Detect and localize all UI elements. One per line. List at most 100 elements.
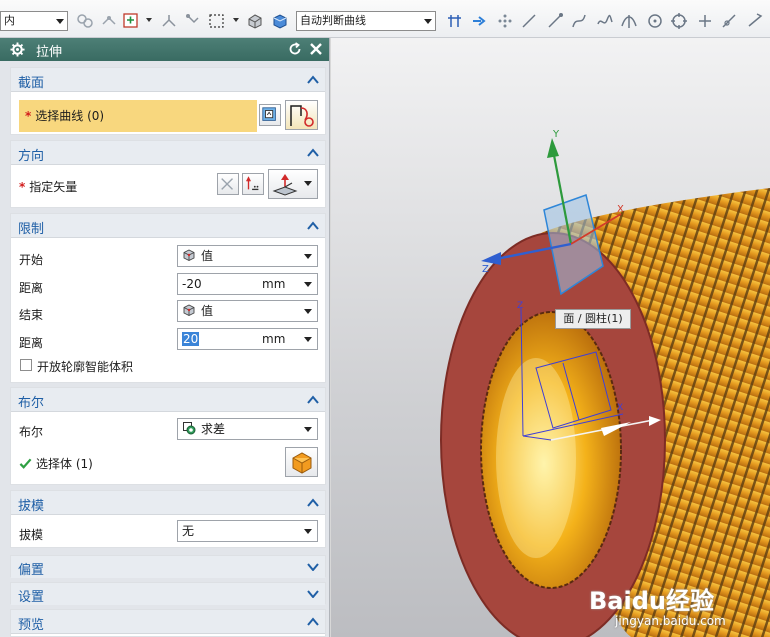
chevron-down-icon[interactable] — [307, 562, 319, 571]
close-icon[interactable] — [308, 41, 324, 57]
end-distance-value: 20 — [182, 332, 200, 346]
dialog-title-bar: 拉伸 — [0, 38, 329, 61]
draft-label: 拔模 — [19, 528, 44, 542]
gear-icon — [10, 42, 25, 57]
limits-header[interactable]: 限制 — [11, 214, 325, 238]
open-profile-checkbox[interactable] — [20, 359, 32, 371]
scope-icon[interactable] — [100, 12, 118, 30]
curve-button[interactable] — [285, 100, 318, 130]
end-type-select[interactable]: 值 — [177, 300, 318, 322]
start-distance-label: 距离 — [19, 281, 44, 295]
chevron-down-icon — [304, 254, 312, 259]
view-cube-icon[interactable] — [271, 12, 289, 30]
vector-type-dropdown[interactable] — [268, 169, 318, 199]
watermark-site: jingyan.baidu.com — [615, 614, 726, 628]
chevron-down-icon[interactable] — [146, 18, 152, 22]
chevron-down-icon[interactable] — [307, 589, 319, 598]
reset-icon[interactable] — [288, 42, 302, 56]
arc-center-icon[interactable] — [646, 12, 664, 30]
chevron-down-icon — [304, 282, 312, 287]
offset-title: 偏置 — [18, 563, 45, 578]
associative-icon[interactable] — [184, 12, 202, 30]
chevron-up-icon[interactable] — [307, 221, 319, 230]
mid-point-icon[interactable] — [570, 12, 588, 30]
watermark-logo: Baidu经验 — [589, 587, 714, 615]
follow-fillet-icon[interactable] — [470, 12, 488, 30]
chevron-up-icon[interactable] — [307, 498, 319, 507]
curve-rule-select[interactable]: 自动判断曲线 — [296, 11, 436, 31]
line-icon[interactable] — [520, 12, 538, 30]
draft-header[interactable]: 拔模 — [11, 491, 325, 515]
specify-vector-label: 指定矢量 — [29, 180, 78, 194]
graphics-viewport[interactable]: Y X Z Z X 面 / 圆柱(1) Baidu经验 jingyan.baid… — [331, 38, 770, 637]
chevron-down-icon — [304, 529, 312, 534]
existing-point-icon[interactable] — [696, 12, 714, 30]
solid-body-icon[interactable] — [246, 12, 264, 30]
point-construct-icon[interactable] — [160, 12, 178, 30]
required-marker: * — [25, 109, 32, 123]
start-label: 开始 — [19, 253, 44, 267]
start-type-select[interactable]: 值 — [177, 245, 318, 267]
boolean-type-select[interactable]: 求差 — [177, 418, 318, 440]
model-canvas: Y X Z Z X — [440, 129, 770, 637]
intersection-icon[interactable] — [620, 12, 638, 30]
point-on-curve-icon[interactable] — [720, 12, 738, 30]
select-body-row[interactable]: 选择体 (1) — [19, 455, 93, 472]
sketch-section-button[interactable] — [259, 104, 281, 126]
stop-at-intersection-icon[interactable] — [446, 12, 464, 30]
section-group: 截面 * 选择曲线 (0) — [10, 67, 326, 135]
quadrant-point-icon[interactable] — [670, 12, 688, 30]
chevron-up-icon[interactable] — [307, 75, 319, 84]
select-body-label: 选择体 (1) — [36, 457, 93, 471]
end-distance-label: 距离 — [19, 336, 44, 350]
curve-rule-value: 自动判断曲线 — [300, 14, 366, 27]
draft-group: 拔模 拔模 无 — [10, 490, 326, 548]
select-body-button[interactable] — [285, 447, 318, 477]
section-header[interactable]: 截面 — [11, 68, 325, 92]
direction-header[interactable]: 方向 — [11, 141, 325, 165]
selection-scope-select[interactable]: 内 — [0, 11, 68, 31]
snap-point-icon[interactable] — [122, 12, 140, 30]
boolean-header[interactable]: 布尔 — [11, 388, 325, 412]
extrude-dialog: 拉伸 截面 * 选择曲线 (0) 方向 * 指定矢量 限制 开始 值 距离 -2… — [0, 38, 330, 637]
section-title: 截面 — [18, 76, 45, 91]
control-point-icon[interactable] — [596, 12, 614, 30]
offset-group: 偏置 — [10, 555, 326, 578]
offset-header[interactable]: 偏置 — [11, 556, 325, 578]
end-distance-input[interactable]: 20 mm — [177, 328, 318, 350]
point-on-face-icon[interactable] — [746, 12, 764, 30]
boolean-group: 布尔 布尔 求差 选择体 (1) — [10, 387, 326, 485]
vector-dialog-button[interactable] — [242, 173, 264, 195]
chevron-up-icon[interactable] — [307, 148, 319, 157]
triad-z-label: Z — [517, 301, 523, 311]
checkmark-icon — [19, 458, 32, 469]
settings-header[interactable]: 设置 — [11, 583, 325, 605]
chevron-up-icon[interactable] — [307, 617, 319, 626]
start-type-value: 值 — [201, 249, 214, 263]
limits-title: 限制 — [18, 222, 45, 237]
filter-icon[interactable] — [76, 12, 94, 30]
chevron-down-icon — [424, 19, 432, 24]
z-axis-label: Z — [482, 264, 489, 275]
chevron-up-icon[interactable] — [307, 395, 319, 404]
settings-title: 设置 — [18, 590, 45, 605]
subtract-icon — [183, 422, 196, 435]
snap-grid-icon[interactable] — [496, 12, 514, 30]
preview-header[interactable]: 预览 — [11, 610, 325, 634]
box-select-icon[interactable] — [208, 12, 226, 30]
reverse-direction-button[interactable] — [217, 173, 239, 195]
direction-title: 方向 — [18, 149, 45, 164]
chevron-down-icon — [304, 181, 312, 186]
select-curve-row[interactable]: * 选择曲线 (0) — [19, 100, 257, 132]
required-marker: * — [19, 180, 26, 194]
chevron-down-icon — [304, 309, 312, 314]
end-point-icon[interactable] — [546, 12, 564, 30]
preview-title: 预览 — [18, 618, 45, 633]
draft-type-select[interactable]: 无 — [177, 520, 318, 542]
value-cube-icon — [183, 304, 195, 317]
end-label: 结束 — [19, 308, 44, 322]
direction-group: 方向 * 指定矢量 — [10, 140, 326, 208]
chevron-down-icon[interactable] — [233, 18, 239, 22]
value-cube-icon — [183, 249, 195, 262]
start-distance-input[interactable]: -20 mm — [177, 273, 318, 295]
